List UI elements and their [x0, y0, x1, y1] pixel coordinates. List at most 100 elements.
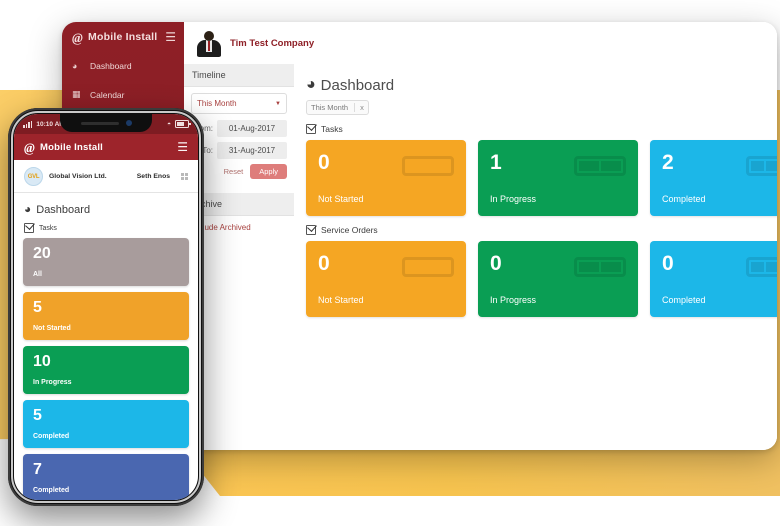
stat-value: 0: [490, 252, 502, 275]
phone-stat-card-completed-2[interactable]: 7 Completed: [23, 454, 189, 500]
stat-label: Completed: [33, 433, 70, 440]
page-title: ◕ Dashboard: [306, 76, 777, 94]
progress-badge-icon: [402, 257, 454, 277]
status-left: 10:10 AM: [23, 120, 65, 128]
stat-value: 0: [318, 252, 330, 275]
card-row-service-orders: 0 Not Started 0 In Progress 0 Completed: [306, 241, 777, 317]
filter-buttons: Reset Apply: [191, 164, 287, 179]
phone-page-title-label: Dashboard: [36, 203, 91, 216]
stat-value: 7: [33, 461, 42, 478]
brand-mark-icon: @: [24, 139, 36, 155]
user-avatar-icon[interactable]: [196, 29, 222, 57]
stat-value: 1: [490, 151, 502, 174]
stat-label: Completed: [662, 295, 706, 305]
group-label-text: Service Orders: [321, 225, 378, 235]
hamburger-icon[interactable]: ☰: [177, 141, 188, 153]
org-avatar: GVL: [24, 167, 43, 186]
progress-badge-icon: [574, 257, 626, 277]
hamburger-icon[interactable]: ☰: [165, 31, 176, 43]
sidebar-item-dashboard[interactable]: ◕ Dashboard: [62, 52, 184, 80]
progress-badge-icon: [574, 156, 626, 176]
stat-label: In Progress: [490, 194, 537, 204]
phone-stat-card-all[interactable]: 20 All: [23, 238, 189, 286]
phone-stat-card-completed[interactable]: 5 Completed: [23, 400, 189, 448]
sidebar-item-calendar[interactable]: ▦ Calendar: [62, 80, 184, 109]
signal-bars-icon: [23, 120, 33, 128]
stat-value: 5: [33, 299, 42, 316]
chevron-down-icon: ▼: [275, 100, 281, 107]
phone-device: 10:10 AM ◓ @ Mobile Install ☰ GVL Global…: [8, 108, 204, 506]
close-icon[interactable]: x: [354, 103, 364, 112]
to-date-input[interactable]: 31-Aug-2017: [217, 142, 287, 159]
stat-card-not-started[interactable]: 0 Not Started: [306, 241, 466, 317]
stat-card-completed[interactable]: 0 Completed: [650, 241, 777, 317]
stat-card-completed[interactable]: 2 Completed: [650, 140, 777, 216]
sidebar-brand: @ Mobile Install: [72, 31, 157, 44]
stat-card-in-progress[interactable]: 0 In Progress: [478, 241, 638, 317]
stat-value: 10: [33, 353, 51, 370]
phone-group-label-text: Tasks: [39, 224, 57, 232]
phone-brand: @ Mobile Install: [24, 141, 103, 154]
phone-user-row: GVL Global Vision Ltd. Seth Enos: [14, 160, 198, 193]
gauge-icon: ◕: [306, 76, 316, 93]
reset-button[interactable]: Reset: [224, 167, 244, 176]
phone-screen: 10:10 AM ◓ @ Mobile Install ☰ GVL Global…: [14, 114, 198, 500]
phone-notch: [60, 114, 152, 132]
to-date-row: To: 31-Aug-2017: [191, 142, 287, 159]
sidebar-item-label: Dashboard: [90, 61, 132, 71]
stat-value: 0: [318, 151, 330, 174]
stat-label: Not Started: [33, 325, 71, 332]
battery-icon: [175, 120, 191, 128]
checkbox-icon[interactable]: [306, 124, 316, 134]
screenshot-stage: @ Mobile Install ☰ ◕ Dashboard ▦ Calenda…: [0, 0, 780, 526]
grid-icon[interactable]: [181, 173, 188, 180]
from-date-row: From: 01-Aug-2017: [191, 120, 287, 137]
stat-card-in-progress[interactable]: 1 In Progress: [478, 140, 638, 216]
stat-value: 2: [662, 151, 674, 174]
stat-value: 0: [662, 252, 674, 275]
checkbox-icon[interactable]: [24, 223, 34, 233]
timeline-header: Timeline: [184, 64, 294, 87]
card-row-tasks: 0 Not Started 1 In Progress 2 Completed: [306, 140, 777, 216]
progress-badge-icon: [746, 156, 777, 176]
topbar: Tim Test Company: [184, 22, 777, 65]
checkbox-icon[interactable]: [306, 225, 316, 235]
wifi-icon: ◓: [167, 120, 171, 128]
page-title-label: Dashboard: [320, 76, 395, 94]
phone-group-label-tasks[interactable]: Tasks: [14, 221, 198, 238]
brand-mark-icon: @: [72, 29, 84, 45]
filter-chip[interactable]: This Month x: [306, 100, 369, 115]
stat-card-not-started[interactable]: 0 Not Started: [306, 140, 466, 216]
stat-label: Completed: [33, 487, 70, 494]
speaker-icon: [80, 121, 119, 125]
dashboard-content: ◕ Dashboard This Month x Tasks 0 Not Sta…: [294, 64, 777, 450]
phone-page-title: ◕ Dashboard: [14, 193, 198, 221]
phone-card-list: 20 All 5 Not Started 10 In Progress 5 Co…: [14, 238, 198, 500]
stat-value: 20: [33, 245, 51, 262]
progress-badge-icon: [746, 257, 777, 277]
gauge-icon: ◕: [24, 202, 32, 216]
apply-button[interactable]: Apply: [250, 164, 287, 179]
org-name: Global Vision Ltd.: [49, 173, 107, 180]
range-select[interactable]: This Month ▼: [191, 93, 287, 114]
group-label-service-orders[interactable]: Service Orders: [306, 225, 777, 235]
stat-label: In Progress: [490, 295, 537, 305]
sidebar-brandbar: @ Mobile Install ☰: [62, 22, 184, 52]
phone-stat-card-not-started[interactable]: 5 Not Started: [23, 292, 189, 340]
calendar-icon: ▦: [72, 89, 81, 99]
stat-label: Completed: [662, 194, 706, 204]
company-name: Tim Test Company: [230, 37, 315, 49]
group-label-tasks[interactable]: Tasks: [306, 124, 777, 134]
group-label-text: Tasks: [321, 124, 343, 134]
range-select-value: This Month: [197, 99, 237, 108]
status-right: ◓: [167, 120, 191, 128]
phone-stat-card-in-progress[interactable]: 10 In Progress: [23, 346, 189, 394]
sidebar-item-label: Calendar: [90, 89, 125, 100]
user-name: Seth Enos: [136, 173, 170, 180]
filter-chip-label: This Month: [311, 103, 349, 112]
stat-label: All: [33, 271, 42, 278]
stat-label: In Progress: [33, 379, 72, 386]
gauge-icon: ◕: [72, 61, 78, 71]
progress-badge-icon: [402, 156, 454, 176]
from-date-input[interactable]: 01-Aug-2017: [217, 120, 287, 137]
